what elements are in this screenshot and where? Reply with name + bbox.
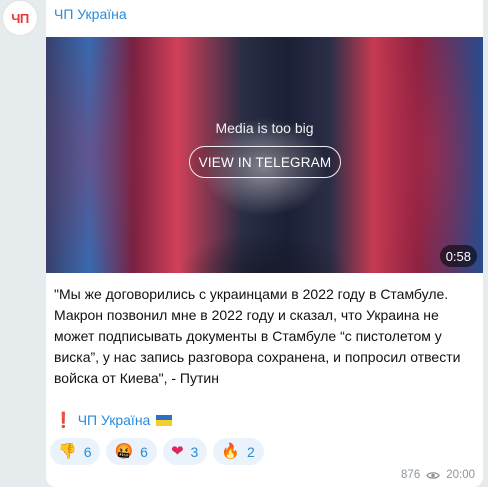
heart-icon: ❤ xyxy=(170,442,184,460)
video-duration-badge: 0:58 xyxy=(439,245,477,267)
message-bubble: ЧП Україна Media is too big VIEW IN TELE… xyxy=(46,0,483,487)
exclamation-icon: ❗ xyxy=(54,412,73,429)
reaction-count: 6 xyxy=(83,443,92,460)
channel-avatar-text: ЧП xyxy=(11,10,29,26)
video-preview[interactable]: Media is too big VIEW IN TELEGRAM 0:58 xyxy=(46,37,483,273)
fire-icon: 🔥 xyxy=(221,442,241,460)
eye-icon xyxy=(426,471,440,479)
reaction-fire[interactable]: 🔥 2 xyxy=(213,438,264,465)
post-text: "Мы же договорились с украинцами в 2022 … xyxy=(54,286,461,386)
channel-avatar[interactable]: ЧП xyxy=(2,0,38,36)
signature-link[interactable]: ЧП Україна xyxy=(78,412,151,428)
view-count: 876 xyxy=(401,469,421,481)
post-signature: ❗ ЧП Україна xyxy=(54,411,173,429)
reaction-count: 6 xyxy=(140,443,148,460)
reaction-count: 3 xyxy=(190,443,199,460)
message-time: 20:00 xyxy=(446,469,475,481)
reaction-heart[interactable]: ❤ 3 xyxy=(162,438,208,465)
channel-name[interactable]: ЧП Україна xyxy=(54,6,127,22)
media-too-big-label: Media is too big xyxy=(215,120,314,136)
message-meta: 876 20:00 xyxy=(401,469,475,481)
ukraine-flag-icon xyxy=(156,414,173,426)
thumbs-down-icon: 👎 xyxy=(58,442,77,460)
view-in-telegram-button[interactable]: VIEW IN TELEGRAM xyxy=(189,146,341,178)
reaction-angry-face[interactable]: 🤬 6 xyxy=(106,438,157,465)
reaction-count: 2 xyxy=(247,443,255,460)
reactions-bar: 👎 6 🤬 6 ❤ 3 🔥 2 xyxy=(50,438,264,465)
reaction-thumbs-down[interactable]: 👎 6 xyxy=(50,438,101,465)
angry-face-icon: 🤬 xyxy=(114,442,134,460)
